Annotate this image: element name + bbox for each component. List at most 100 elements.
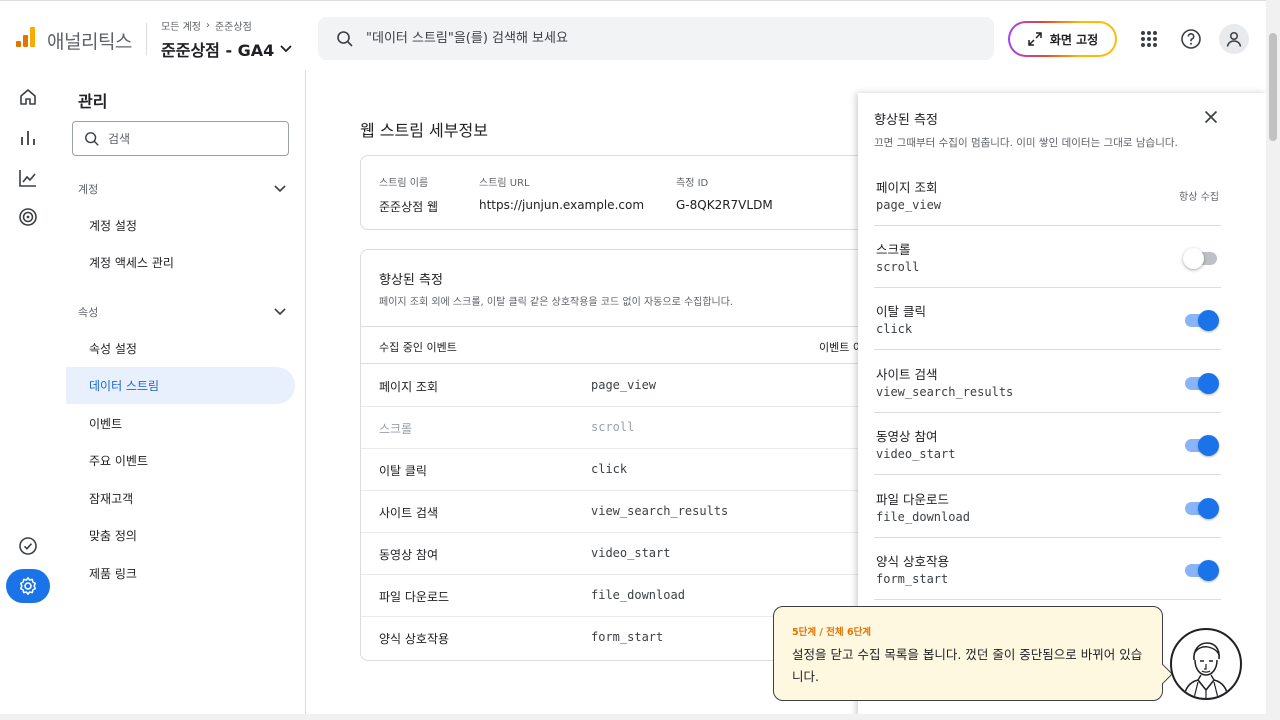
measurement-id-field: 측정 ID G-8QK2R7VLDM [676,174,773,212]
breadcrumb-all-accounts[interactable]: 모든 계정 [161,18,201,33]
measurement-id-label: 측정 ID [676,178,709,189]
panel-row-form: 양식 상호작용 form_start [874,538,1221,600]
advertising-icon[interactable] [16,205,40,229]
event-name: view_search_results [591,504,729,518]
tutor-avatar[interactable] [1170,628,1242,700]
search-input[interactable] [366,17,966,60]
nav-item-events[interactable]: 이벤트 [66,405,295,442]
tutorial-step: 5단계 / 전체 6단계 [792,627,872,638]
enhanced-measurement-card: 향상된 측정 페이지 조회 외에 스크롤, 이탈 클릭 같은 상호작용을 코드 … [360,249,920,661]
panel-row-event: scroll [876,260,920,274]
vertical-scrollbar[interactable] [1266,0,1280,720]
breadcrumb[interactable]: 모든 계정 › 준준상점 [161,18,252,33]
nav-item-property-settings[interactable]: 속성 설정 [66,330,295,367]
panel-row-event: file_download [876,510,970,524]
chevron-down-icon [280,45,292,53]
measurement-id-value[interactable]: G-8QK2R7VLDM [676,198,773,212]
breadcrumb-chevron-icon: › [205,20,210,31]
panel-row-label: 사이트 검색 [876,367,938,382]
table-row: 사이트 검색 view_search_results [361,491,919,533]
nav-item-account-access[interactable]: 계정 액세스 관리 [66,244,295,281]
panel-row-label: 동영상 참여 [876,429,938,444]
panel-row-file-download: 파일 다운로드 file_download [874,476,1221,538]
top-header: 애널리틱스 모든 계정 › 준준상점 준준상점 - GA4 화면 고정 [0,0,1266,70]
nav-item-audiences[interactable]: 잠재고객 [66,480,295,517]
scroll-toggle[interactable] [1183,247,1219,269]
event-label: 파일 다운로드 [379,590,450,604]
reports-icon[interactable] [16,126,40,150]
property-section-label: 속성 [78,306,99,319]
home-icon[interactable] [16,85,40,109]
nav-item-key-events[interactable]: 주요 이벤트 [66,442,295,479]
account-icon[interactable] [1219,24,1249,54]
breadcrumb-account[interactable]: 준준상점 [215,18,252,33]
event-name: form_start [591,630,664,644]
stream-url-label: 스트림 URL [479,178,530,189]
panel-row-click: 이탈 클릭 click [874,288,1221,350]
property-selector[interactable]: 준준상점 - GA4 [161,37,292,61]
panel-row-event: video_start [876,447,956,461]
global-search[interactable] [318,17,994,60]
event-label: 이탈 클릭 [379,464,427,478]
nav-search[interactable] [72,121,289,156]
page-title: 웹 스트림 세부정보 [360,121,488,140]
horizontal-scrollbar[interactable] [0,714,1266,720]
explore-icon[interactable] [16,166,40,190]
admin-navigation: 관리 계정 계정 설정 계정 액세스 관리 속성 속성 설정 데이터 스트림 이… [56,70,306,720]
column-header-event-name: 이벤트 이 [819,341,863,354]
pin-screen-button[interactable]: 화면 고정 [1008,21,1117,57]
table-row: 이탈 클릭 click [361,449,919,491]
account-section-toggle[interactable]: 계정 [78,181,286,197]
panel-row-event: view_search_results [876,385,1014,399]
chevron-up-icon [274,308,286,316]
events-table-header: 수집 중인 이벤트 이벤트 이 [361,326,919,364]
file-download-toggle[interactable] [1183,497,1219,519]
help-icon[interactable] [1179,27,1203,51]
nav-item-product-links[interactable]: 제품 링크 [66,555,295,592]
panel-row-label: 양식 상호작용 [876,554,949,569]
nav-item-data-streams[interactable]: 데이터 스트림 [66,367,295,404]
nav-item-account-settings[interactable]: 계정 설정 [66,207,295,244]
enhanced-measurement-title: 향상된 측정 [379,273,443,288]
panel-row-event: page_view [876,198,942,212]
event-name: click [591,462,628,476]
site-search-toggle[interactable] [1183,372,1219,394]
panel-row-event: click [876,322,913,336]
event-label: 스크롤 [379,422,413,436]
event-label: 페이지 조회 [379,380,439,394]
panel-row-label: 스크롤 [876,242,911,257]
stream-name-field: 스트림 이름 준준상점 웹 [379,174,438,215]
property-section-toggle[interactable]: 속성 [78,304,286,320]
app-name[interactable]: 애널리틱스 [47,27,132,54]
table-row: 페이지 조회 page_view [361,365,919,407]
event-name: scroll [591,420,635,434]
apps-grid-icon[interactable] [1137,27,1161,51]
scrollbar-thumb[interactable] [1269,33,1277,141]
nav-search-input[interactable] [108,122,278,155]
configure-icon[interactable] [16,534,40,558]
nav-item-custom-definitions[interactable]: 맞춤 정의 [66,517,295,554]
admin-gear-icon[interactable] [6,569,50,603]
panel-row-event: form_start [876,572,949,586]
tutorial-tooltip: 5단계 / 전체 6단계 설정을 닫고 수집 목록을 봅니다. 껐던 줄이 중단… [773,606,1173,701]
pin-screen-label: 화면 고정 [1049,32,1099,47]
panel-row-site-search: 사이트 검색 view_search_results [874,351,1221,413]
stream-name-label: 스트림 이름 [379,178,429,189]
event-label: 양식 상호작용 [379,632,450,646]
stream-url-field: 스트림 URL https://junjun.example.com [479,174,644,212]
panel-row-label: 파일 다운로드 [876,492,949,507]
expand-icon [1028,32,1042,46]
enhanced-measurement-description: 페이지 조회 외에 스크롤, 이탈 클릭 같은 상호작용을 코드 없이 자동으로… [379,297,734,308]
video-engagement-toggle[interactable] [1183,434,1219,456]
event-label: 동영상 참여 [379,548,439,562]
panel-description: 끄면 그때부터 수집이 멈춥니다. 이미 쌓인 데이터는 그대로 남습니다. [874,137,1178,149]
stream-url-value: https://junjun.example.com [479,198,645,212]
chevron-up-icon [274,185,286,193]
outbound-click-toggle[interactable] [1183,309,1219,331]
form-interaction-toggle[interactable] [1183,559,1219,581]
close-icon[interactable] [1201,107,1221,127]
analytics-logo-icon[interactable] [16,27,35,47]
always-collect-label: 항상 수집 [1179,192,1219,203]
header-divider [146,23,147,55]
panel-row-video: 동영상 참여 video_start [874,413,1221,475]
